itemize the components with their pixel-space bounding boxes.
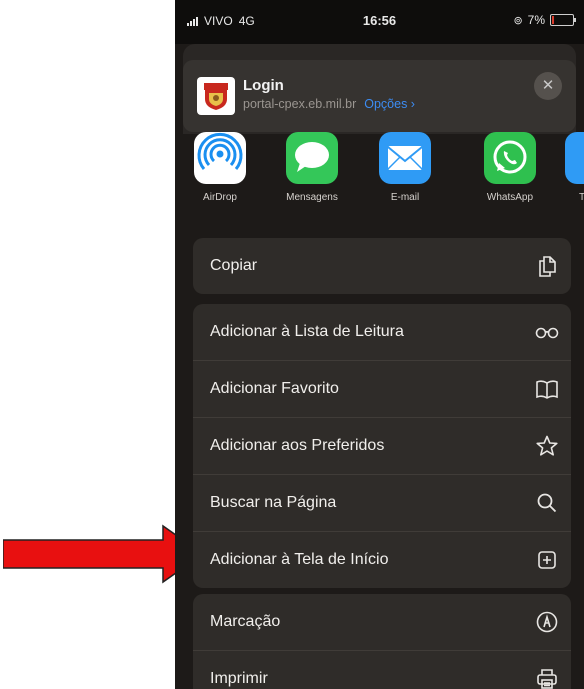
add-square-icon — [538, 551, 556, 569]
action-find-on-page[interactable]: Buscar na Página — [193, 475, 571, 532]
mail-icon — [379, 132, 431, 184]
action-group-copy: Copiar — [193, 238, 571, 294]
action-group-main: Adicionar à Lista de Leitura Adicionar F… — [193, 304, 571, 588]
action-reading-list[interactable]: Adicionar à Lista de Leitura — [193, 304, 571, 361]
page-title: Login — [243, 77, 284, 94]
copy-icon — [539, 256, 556, 277]
action-label: Adicionar aos Preferidos — [210, 437, 385, 454]
action-group-extra: Marcação Imprimir — [193, 594, 571, 689]
whatsapp-icon — [484, 132, 536, 184]
app-whatsapp[interactable]: WhatsApp — [475, 132, 545, 203]
app-share-row: AirDrop Mensagens E-mail WhatsApp T — [175, 132, 584, 212]
app-label: Mensagens — [286, 192, 338, 203]
action-copy[interactable]: Copiar — [193, 238, 571, 294]
app-label: E-mail — [390, 192, 420, 203]
printer-icon — [537, 669, 557, 689]
battery-icon — [550, 14, 576, 26]
app-label: T — [579, 192, 584, 203]
app-mail[interactable]: E-mail — [370, 132, 440, 203]
action-print[interactable]: Imprimir — [193, 651, 571, 689]
messages-icon — [286, 132, 338, 184]
status-bar: VIVO 4G 16:56 ⊚ 7% — [175, 0, 584, 44]
share-header: Login portal-cpex.eb.mil.br Opções › ✕ — [183, 60, 576, 132]
app-label: AirDrop — [203, 192, 237, 203]
action-label: Adicionar à Lista de Leitura — [210, 323, 404, 340]
app-airdrop[interactable]: AirDrop — [185, 132, 255, 203]
action-markup[interactable]: Marcação — [193, 594, 571, 651]
app-label: WhatsApp — [486, 192, 534, 203]
action-favorites[interactable]: Adicionar aos Preferidos — [193, 418, 571, 475]
star-icon — [536, 435, 558, 456]
glasses-icon — [535, 327, 559, 339]
red-arrow-annotation — [3, 524, 203, 584]
battery-percent: 7% — [527, 13, 545, 27]
book-icon — [536, 380, 558, 399]
action-label: Buscar na Página — [210, 494, 337, 511]
search-icon — [537, 493, 557, 513]
action-label: Adicionar Favorito — [210, 380, 339, 397]
action-label: Adicionar à Tela de Início — [210, 551, 389, 568]
page-url: portal-cpex.eb.mil.br — [243, 97, 357, 111]
lock-rotation-icon: ⊚ — [513, 14, 523, 27]
close-button[interactable]: ✕ — [534, 72, 562, 100]
airdrop-icon — [194, 132, 246, 184]
options-link[interactable]: Opções › — [364, 97, 415, 111]
partial-app-icon — [565, 132, 584, 184]
app-partial[interactable]: T — [565, 132, 584, 203]
phone-screen: VIVO 4G 16:56 ⊚ 7% Login portal-cpex.eb.… — [175, 0, 584, 689]
app-messages[interactable]: Mensagens — [277, 132, 347, 203]
site-favicon — [197, 77, 235, 115]
action-bookmark[interactable]: Adicionar Favorito — [193, 361, 571, 418]
action-label: Copiar — [210, 257, 258, 274]
action-label: Marcação — [210, 613, 281, 630]
markup-icon — [536, 611, 558, 633]
action-add-to-home-screen[interactable]: Adicionar à Tela de Início — [193, 532, 571, 588]
action-label: Imprimir — [210, 670, 268, 687]
